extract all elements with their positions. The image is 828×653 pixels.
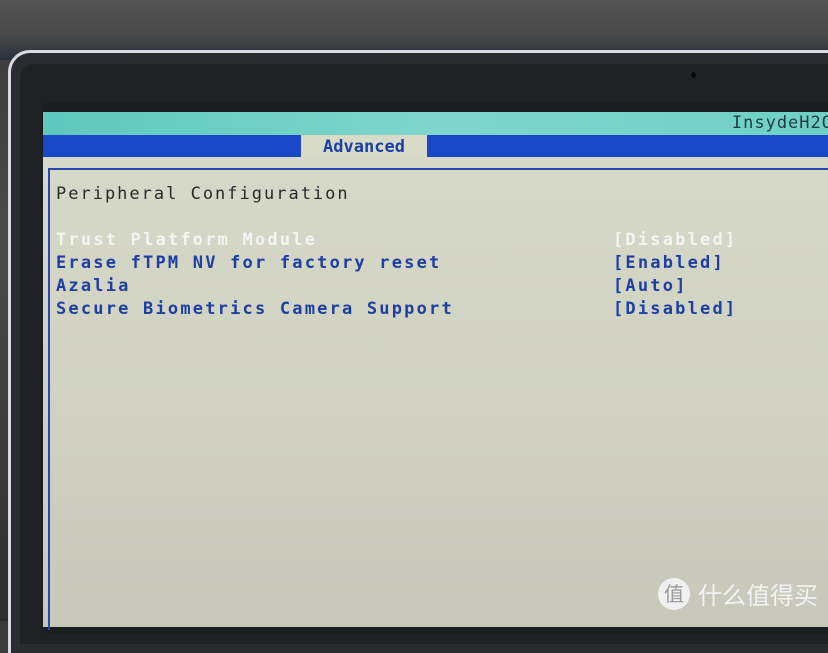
watermark: 值 什么值得买 <box>658 576 818 611</box>
page-title: Peripheral Configuration <box>56 184 350 204</box>
setting-label: Secure Biometrics Camera Support <box>56 299 454 319</box>
setting-value[interactable]: [Disabled] <box>613 299 737 319</box>
setting-value[interactable]: [Enabled] <box>613 253 725 273</box>
webcam <box>691 72 696 78</box>
bios-brand: InsydeH2O <box>731 113 828 133</box>
setting-trust-platform-module[interactable]: Trust Platform Module [Disabled] <box>56 230 735 250</box>
setting-label: Erase fTPM NV for factory reset <box>56 253 442 273</box>
bios-tab-bar: Advanced <box>43 135 828 157</box>
setting-value[interactable]: [Disabled] <box>613 230 737 250</box>
setting-label: Azalia <box>56 276 131 296</box>
setting-label: Trust Platform Module <box>56 230 318 250</box>
setting-erase-ftpm-nv[interactable]: Erase fTPM NV for factory reset [Enabled… <box>56 253 723 273</box>
setting-secure-biometrics-camera[interactable]: Secure Biometrics Camera Support [Disabl… <box>56 299 735 319</box>
setting-value[interactable]: [Auto] <box>613 276 688 296</box>
watermark-text: 什么值得买 <box>698 582 818 610</box>
bios-title-bar: InsydeH2O <box>43 112 828 135</box>
tab-advanced[interactable]: Advanced <box>301 135 427 157</box>
watermark-logo-icon: 值 <box>658 577 690 610</box>
setting-azalia[interactable]: Azalia [Auto] <box>56 276 685 296</box>
